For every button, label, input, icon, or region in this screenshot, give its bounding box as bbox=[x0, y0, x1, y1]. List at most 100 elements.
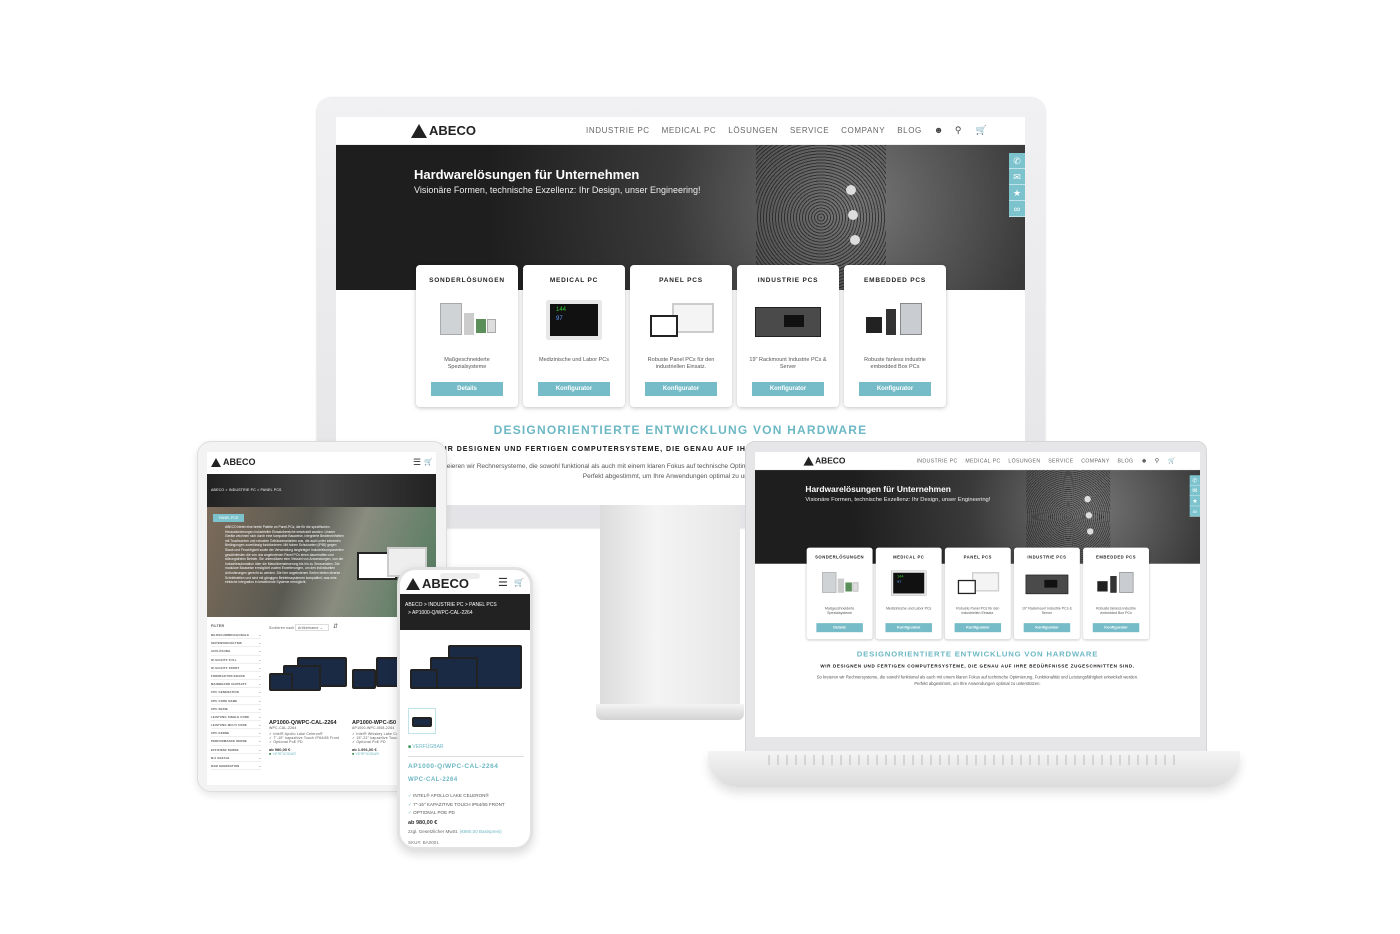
card-description: Robuste fanless industrie embedded Box P… bbox=[864, 357, 926, 370]
certificate-icon[interactable]: ★ bbox=[1009, 185, 1025, 201]
cart-icon[interactable]: 🛒 bbox=[514, 578, 524, 587]
product-card[interactable]: AP1000-Q/WPC-CAL-2264 WPC-CAL-2264 ✓ Int… bbox=[269, 720, 349, 756]
product-name: AP1000-Q/WPC-CAL-2264 bbox=[408, 763, 499, 770]
filter-item[interactable]: CPU GENERATION ⌄ bbox=[211, 688, 261, 697]
phone-icon[interactable]: ✆ bbox=[1189, 475, 1200, 486]
filter-item[interactable]: CPU CODE NAME ⌄ bbox=[211, 697, 261, 705]
konfigurator-button[interactable]: Konfigurator bbox=[645, 382, 717, 396]
main-nav: INDUSTRIE PC MEDICAL PC LÖSUNGEN SERVICE… bbox=[916, 457, 1175, 464]
card-panel-pcs[interactable]: PANEL PCS Robuste Panel PCs für den indu… bbox=[944, 547, 1011, 640]
filter-item[interactable]: PERFORMANCE KERNE ⌄ bbox=[211, 737, 261, 746]
konfigurator-button[interactable]: Konfigurator bbox=[1023, 623, 1071, 633]
cart-icon[interactable]: 🛒 bbox=[976, 126, 987, 135]
filter-item[interactable]: CPU SERIE ⌄ bbox=[211, 705, 261, 713]
card-industrie-pcs[interactable]: INDUSTRIE PCS 19" Rackmount Industrie PC… bbox=[1013, 547, 1080, 640]
filter-item[interactable]: LEISTUNG MULTI CORE ⌄ bbox=[211, 721, 261, 730]
phone-icon[interactable]: ✆ bbox=[1009, 153, 1025, 169]
card-embedded-pcs[interactable]: EMBEDDED PCS Robuste fanless industrie e… bbox=[1083, 547, 1149, 640]
sort-select[interactable]: Artikelname ⌄ bbox=[295, 624, 329, 631]
konfigurator-button[interactable]: Konfigurator bbox=[1092, 623, 1140, 633]
details-button[interactable]: Details bbox=[816, 623, 863, 633]
user-icon[interactable]: ☻ bbox=[934, 126, 943, 135]
breadcrumb[interactable]: ABECO > INDUSTRIE PC > PANEL PCS bbox=[405, 602, 497, 608]
filter-item[interactable]: MAINBOARD CHIPSATZ ⌄ bbox=[211, 680, 261, 689]
konfigurator-button[interactable]: Konfigurator bbox=[954, 623, 1002, 633]
nav-industrie-pc[interactable]: INDUSTRIE PC bbox=[916, 458, 957, 464]
chevron-down-icon: ⌄ bbox=[258, 764, 261, 768]
filter-label: RAM GENERATION bbox=[211, 764, 240, 768]
nav-service[interactable]: SERVICE bbox=[1048, 458, 1073, 464]
nav-industrie-pc[interactable]: INDUSTRIE PC bbox=[586, 126, 650, 135]
filter-label: LEISTUNG MULTI CORE bbox=[211, 723, 247, 728]
filter-item[interactable]: IP-SCHUTZ FRONT ⌄ bbox=[211, 664, 261, 672]
abeco-logo[interactable]: ABECO bbox=[211, 457, 256, 467]
nav-loesungen[interactable]: LÖSUNGEN bbox=[728, 126, 778, 135]
abeco-logo[interactable]: ABECO bbox=[411, 123, 476, 138]
abeco-logo[interactable]: ABECO bbox=[406, 576, 469, 591]
konfigurator-button[interactable]: Konfigurator bbox=[859, 382, 931, 396]
breadcrumb-band: ABECO > INDUSTRIE PC > PANEL PCS bbox=[207, 474, 436, 507]
card-panel-pcs[interactable]: PANEL PCS Robuste Panel PCs für den indu… bbox=[630, 265, 732, 407]
link-icon[interactable]: ∞ bbox=[1009, 201, 1025, 217]
card-medical-pc[interactable]: MEDICAL PC 144 97 Medizinische und Labor … bbox=[875, 547, 942, 640]
chevron-down-icon: ⌄ bbox=[258, 714, 261, 719]
feature: ✓ 7"-15" KAPAZITIVE TOUCH IP64/65 FRONT bbox=[408, 801, 505, 807]
card-title: MEDICAL PC bbox=[549, 277, 599, 284]
nav-medical-pc[interactable]: MEDICAL PC bbox=[662, 126, 717, 135]
card-medical-pc[interactable]: MEDICAL PC 144 97 Medizinische und Labor … bbox=[523, 265, 625, 407]
certificate-icon[interactable]: ★ bbox=[1189, 496, 1200, 507]
base-price-link[interactable]: (€980,00 Basispreis) bbox=[460, 829, 502, 834]
nav-company[interactable]: COMPANY bbox=[1081, 458, 1109, 464]
filter-item[interactable]: IP-SCHUTZ FULL ⌄ bbox=[211, 656, 261, 664]
konfigurator-button[interactable]: Konfigurator bbox=[885, 623, 932, 633]
sort-direction-icon[interactable]: ⇵ bbox=[333, 623, 338, 630]
filter-label: IP-SCHUTZ FULL bbox=[211, 657, 237, 662]
feature: ✓ Optional PoE PD bbox=[269, 740, 303, 744]
nav-blog[interactable]: BLOG bbox=[897, 126, 922, 135]
filter-item[interactable]: AUFLÖSUNG ⌄ bbox=[211, 647, 261, 656]
nav-loesungen[interactable]: LÖSUNGEN bbox=[1008, 458, 1040, 464]
details-button[interactable]: Details bbox=[431, 382, 503, 396]
nav-service[interactable]: SERVICE bbox=[790, 126, 829, 135]
menu-icon[interactable]: ☰ bbox=[413, 457, 421, 468]
filter-item[interactable]: SEITENVERHÄLTNIS ⌄ bbox=[211, 639, 261, 648]
product-image[interactable] bbox=[410, 645, 522, 693]
user-icon[interactable]: ☻ bbox=[1141, 457, 1147, 464]
search-icon[interactable]: ⚲ bbox=[1155, 457, 1161, 464]
menu-icon[interactable]: ☰ bbox=[498, 576, 508, 589]
paragraph-line: Perfekt abgestimmt, um Ihre Anwendungen … bbox=[914, 681, 1041, 687]
breadcrumb[interactable]: ABECO > INDUSTRIE PC > PANEL PCS bbox=[211, 488, 282, 492]
server-light bbox=[1086, 528, 1094, 535]
feature-list: ✓ INTEL® APOLLO LAKE CELERON® ✓ 7"-15" K… bbox=[408, 792, 505, 818]
search-icon[interactable]: ⚲ bbox=[955, 126, 964, 135]
konfigurator-button[interactable]: Konfigurator bbox=[538, 382, 610, 396]
product-thumbnail[interactable] bbox=[408, 708, 436, 734]
card-industrie-pcs[interactable]: INDUSTRIE PCS 19" Rackmount Industrie PC… bbox=[737, 265, 839, 407]
card-sonderloesungen[interactable]: SONDERLÖSUNGEN Maßgeschneiderte Spezials… bbox=[806, 547, 873, 640]
nav-medical-pc[interactable]: MEDICAL PC bbox=[965, 458, 1000, 464]
filter-label: CPU KERNE bbox=[211, 731, 230, 736]
filter-item[interactable]: EFFIZIENZ KERNE ⌄ bbox=[211, 746, 261, 754]
logo-text: ABECO bbox=[429, 123, 476, 138]
filter-item[interactable]: LEISTUNG SINGLE CORE ⌄ bbox=[211, 713, 261, 722]
card-sonderloesungen[interactable]: SONDERLÖSUNGEN Maßgeschneiderte Spezials… bbox=[416, 265, 518, 407]
category-intro: ABECO bietet eine breite Palette an Pane… bbox=[225, 525, 344, 585]
mail-icon[interactable]: ✉ bbox=[1189, 486, 1200, 496]
mail-icon[interactable]: ✉ bbox=[1009, 169, 1025, 185]
nav-blog[interactable]: BLOG bbox=[1117, 458, 1133, 464]
filter-label: BILDSCHIRMDIAGONALE bbox=[211, 633, 250, 637]
cart-icon[interactable]: 🛒 bbox=[1168, 457, 1175, 464]
abeco-logo[interactable]: ABECO bbox=[803, 456, 845, 466]
cart-icon[interactable]: 🛒 bbox=[424, 458, 433, 466]
filter-item[interactable]: BILDSCHIRMDIAGONALE ⌄ bbox=[211, 631, 261, 640]
filter-item[interactable]: FORMFAKTOR BOARD ⌄ bbox=[211, 672, 261, 681]
nav-company[interactable]: COMPANY bbox=[841, 126, 885, 135]
filter-item[interactable]: M.2 ANZAHL ⌄ bbox=[211, 754, 261, 762]
filter-item[interactable]: RAM GENERATION ⌄ bbox=[211, 762, 261, 771]
product-image[interactable] bbox=[269, 657, 349, 697]
card-embedded-pcs[interactable]: EMBEDDED PCS Robuste fanless industrie e… bbox=[844, 265, 946, 407]
category-cards: SONDERLÖSUNGEN Maßgeschneiderte Spezials… bbox=[806, 547, 1149, 640]
konfigurator-button[interactable]: Konfigurator bbox=[752, 382, 824, 396]
filter-item[interactable]: CPU KERNE ⌄ bbox=[211, 729, 261, 738]
link-icon[interactable]: ∞ bbox=[1189, 506, 1200, 517]
